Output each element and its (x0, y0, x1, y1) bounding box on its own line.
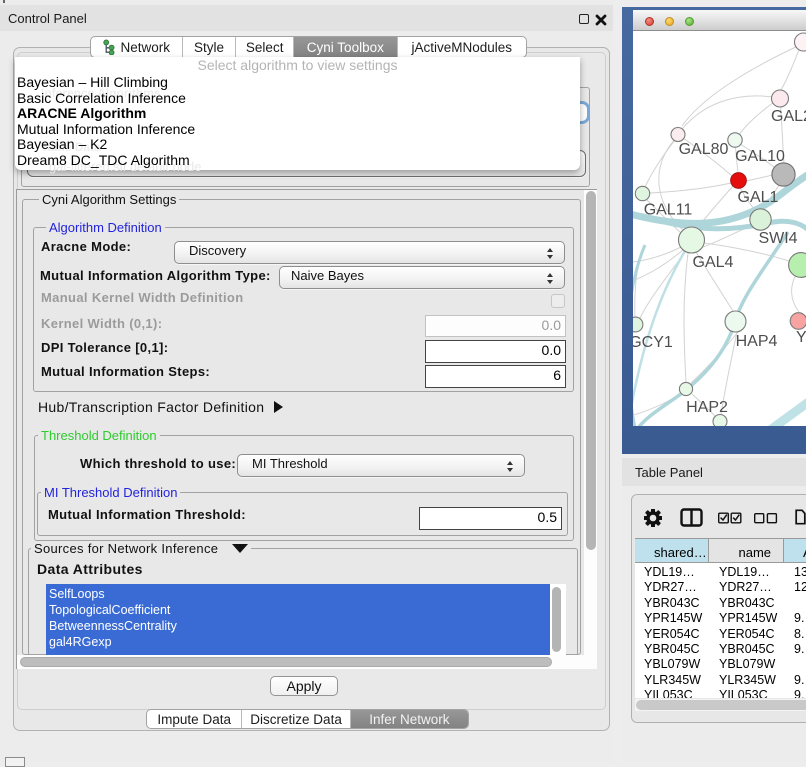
svg-text:GAL1: GAL1 (738, 189, 779, 206)
svg-text:GCY1: GCY1 (633, 334, 673, 351)
svg-text:GAL4: GAL4 (693, 254, 734, 271)
svg-text:SWI4: SWI4 (758, 230, 797, 247)
svg-text:YE: YE (796, 329, 806, 346)
svg-text:GAL2: GAL2 (771, 108, 806, 125)
svg-text:HAP4: HAP4 (736, 333, 778, 350)
svg-text:HAP2: HAP2 (686, 399, 728, 416)
svg-text:GAL80: GAL80 (679, 141, 729, 158)
svg-text:GAL11: GAL11 (644, 202, 693, 219)
svg-text:GAL10: GAL10 (735, 148, 785, 165)
